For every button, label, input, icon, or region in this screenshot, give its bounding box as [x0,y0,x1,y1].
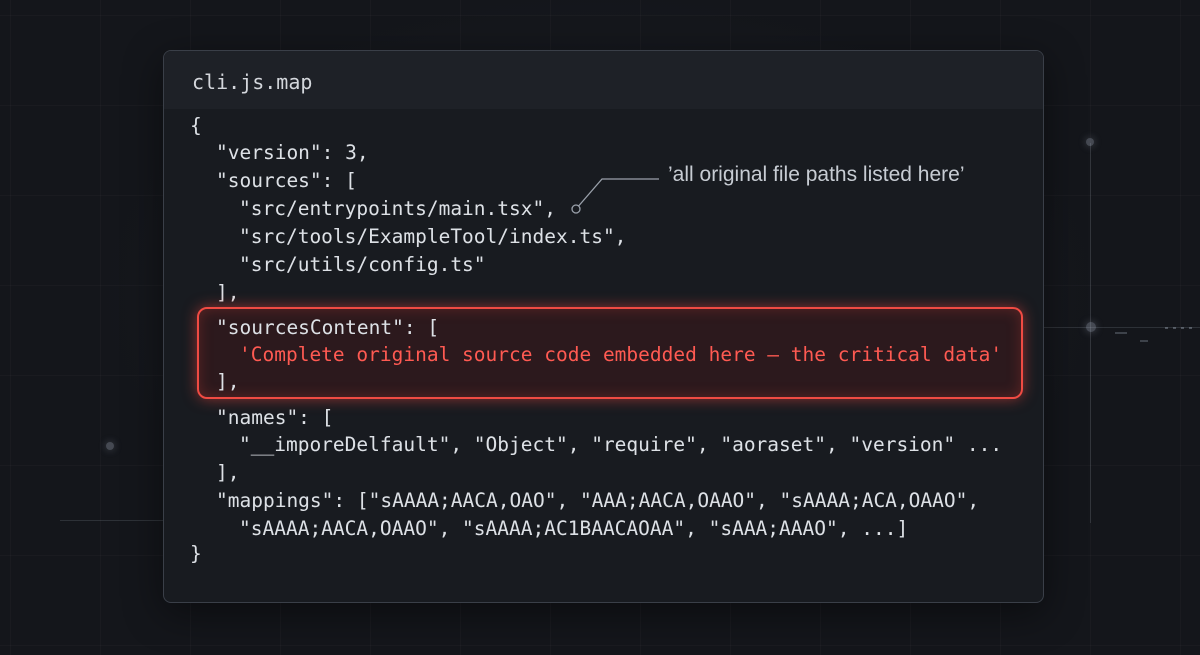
decorative-node-icon [1086,138,1094,146]
code-panel: cli.js.map { "version": 3, "sources": [ … [163,50,1044,603]
annotation-label: ’all original file paths listed here’ [668,163,965,186]
decorative-dash [1165,327,1195,329]
decorative-node-icon [1086,322,1096,332]
decorative-line [1090,143,1091,523]
decorative-dash [1115,332,1127,334]
annotation-leader-line [571,178,659,214]
decorative-node-icon [106,442,114,450]
decorative-dash [1140,340,1148,342]
decorative-line [60,520,163,521]
